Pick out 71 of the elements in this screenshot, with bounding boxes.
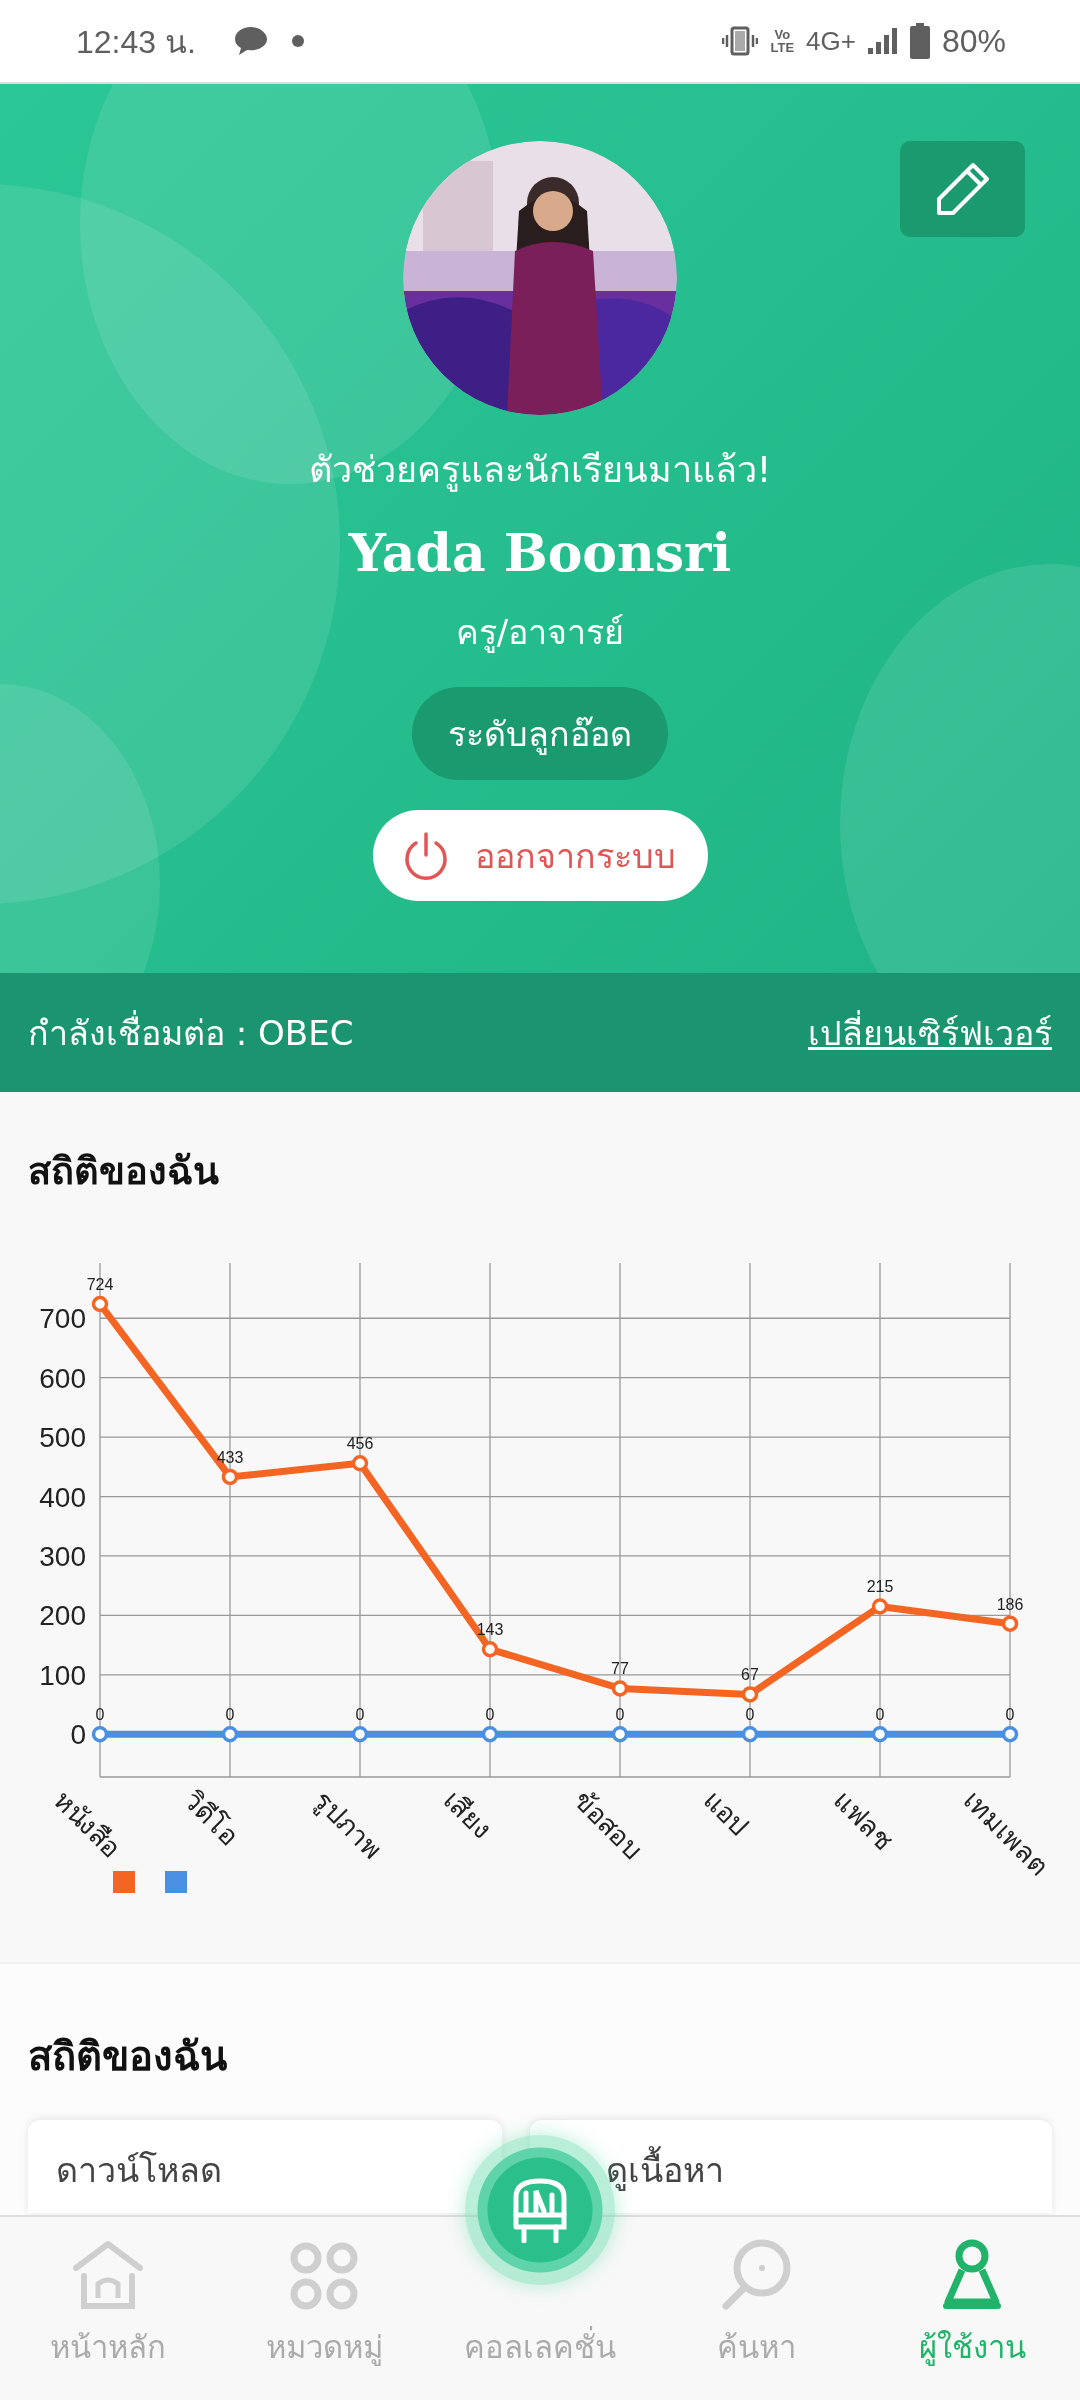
data-label: 0	[1005, 1706, 1015, 1724]
data-label: 0	[95, 1706, 105, 1724]
data-point	[221, 1725, 239, 1743]
data-label: 0	[745, 1706, 755, 1724]
x-axis-label: เสียง	[437, 1785, 498, 1845]
data-point	[91, 1725, 109, 1743]
y-axis-label: 400	[39, 1481, 86, 1513]
signal-icon	[867, 26, 898, 56]
data-point	[1001, 1725, 1019, 1743]
volte-icon: Vo LTE	[770, 28, 795, 54]
data-label: 0	[875, 1706, 885, 1724]
power-icon	[402, 830, 449, 881]
legend-swatch	[165, 1871, 187, 1893]
y-axis-label: 0	[70, 1719, 86, 1751]
section-title: สถิติของฉัน	[27, 1148, 220, 1195]
message-icon	[233, 25, 268, 57]
nav-tab[interactable]: ค้นหา	[648, 2217, 864, 2400]
grid-icon	[288, 2240, 360, 2312]
stat-card[interactable]: ดาวน์โหลด	[28, 2120, 502, 2213]
data-label: 724	[86, 1276, 114, 1293]
data-point	[351, 1725, 369, 1743]
data-label: 433	[216, 1448, 244, 1466]
battery-icon	[909, 23, 930, 59]
data-point	[741, 1725, 759, 1743]
data-label: 0	[355, 1706, 365, 1724]
data-point	[871, 1598, 889, 1615]
clock-time: 12:43 น.	[76, 22, 196, 62]
y-axis-label: 500	[39, 1422, 86, 1454]
data-label: 77	[611, 1660, 629, 1678]
user-name: Yada Boonsri	[348, 522, 732, 583]
y-axis-label: 100	[39, 1659, 86, 1691]
data-label: 0	[615, 1706, 625, 1724]
edit-button[interactable]	[900, 141, 1025, 237]
data-point	[91, 1295, 109, 1313]
legend-swatch	[113, 1871, 135, 1893]
data-label: 186	[996, 1595, 1024, 1613]
data-label: 456	[346, 1435, 374, 1453]
level-button[interactable]: ระดับลูกอ๊อด	[412, 687, 668, 780]
nav-tab[interactable]: คอลเลคชั่น	[432, 2217, 648, 2400]
data-label: 215	[866, 1578, 894, 1596]
user-role: ครู/อาจารย์	[455, 611, 625, 655]
section-title: สถิติของฉัน	[27, 2032, 228, 2081]
y-axis-label: 200	[39, 1600, 86, 1632]
y-axis-label: 700	[39, 1303, 86, 1335]
x-axis-label: แอป	[697, 1785, 755, 1842]
nav-tab[interactable]: หมวดหมู่	[216, 2217, 432, 2400]
data-point	[741, 1686, 759, 1703]
y-axis-label: 300	[39, 1540, 86, 1572]
data-label: 0	[225, 1706, 235, 1724]
data-label: 143	[476, 1621, 504, 1639]
nav-tab[interactable]: หน้าหลัก	[0, 2217, 216, 2400]
battery-percent: 80%	[941, 22, 1006, 60]
y-axis-label: 600	[39, 1362, 86, 1394]
tagline: ตัวช่วยครูและนักเรียนมาแล้ว!	[308, 448, 772, 494]
data-point	[221, 1468, 239, 1486]
network-type: 4G+	[806, 25, 856, 57]
data-point	[351, 1455, 369, 1472]
data-label: 67	[741, 1666, 759, 1684]
data-point	[611, 1680, 629, 1697]
connection-status: กำลังเชื่อมต่อ : OBEC	[28, 1009, 354, 1055]
data-point	[871, 1725, 889, 1743]
vibrate-icon	[722, 26, 759, 56]
dot-icon	[291, 35, 304, 47]
data-point	[611, 1725, 629, 1743]
data-point	[481, 1641, 499, 1658]
data-point	[1001, 1615, 1019, 1632]
nav-tab[interactable]: ผู้ใช้งาน	[864, 2217, 1080, 2400]
data-label: 0	[485, 1706, 495, 1724]
change-server-link[interactable]: เปลี่ยนเซิร์ฟเวอร์	[808, 1005, 1052, 1060]
logout-button[interactable]: ออกจากระบบ	[372, 810, 708, 901]
data-point	[481, 1725, 499, 1743]
